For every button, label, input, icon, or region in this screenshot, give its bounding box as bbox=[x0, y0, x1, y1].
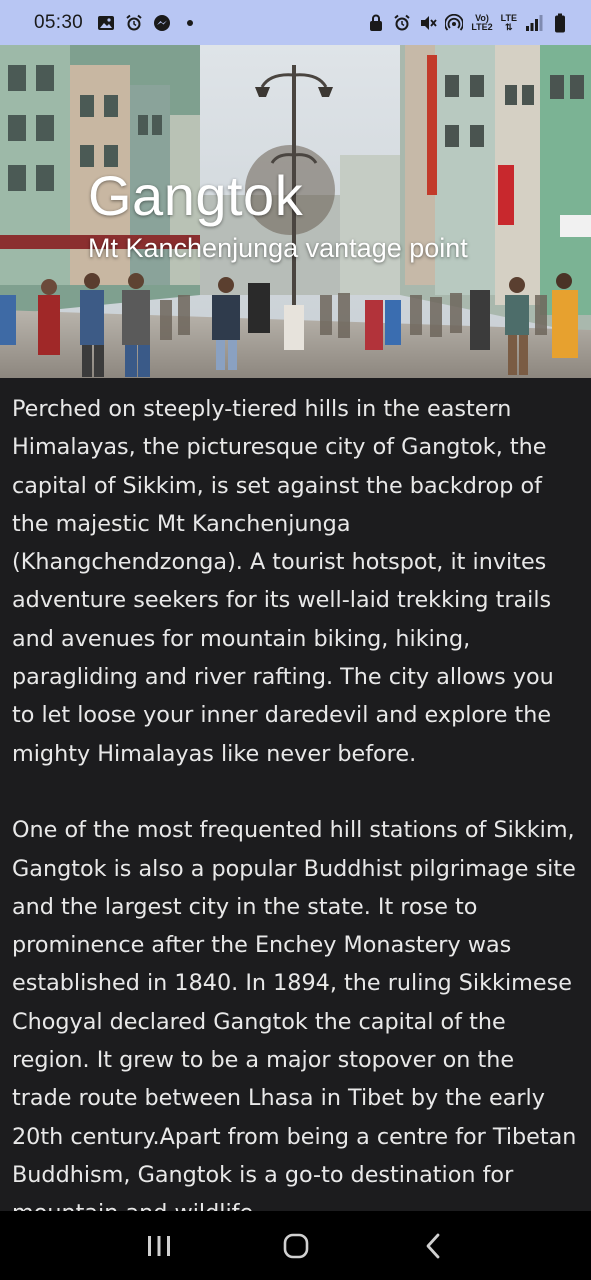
mute-icon bbox=[419, 14, 438, 32]
hotspot-icon bbox=[445, 13, 464, 32]
article-body[interactable]: Perched on steeply-tiered hills in the e… bbox=[0, 378, 591, 1211]
image-icon bbox=[97, 14, 115, 32]
volte-bottom: LTE2 bbox=[471, 21, 493, 32]
article-paragraph: One of the most frequented hill stations… bbox=[12, 817, 577, 1211]
hero-subtitle: Mt Kanchenjunga vantage point bbox=[88, 233, 468, 263]
alarm-icon bbox=[125, 14, 143, 32]
home-button[interactable] bbox=[266, 1221, 326, 1271]
recents-button[interactable] bbox=[129, 1221, 189, 1271]
battery-icon bbox=[551, 13, 569, 32]
lock-icon bbox=[367, 14, 385, 32]
system-nav-bar bbox=[0, 1211, 591, 1280]
back-button[interactable] bbox=[403, 1221, 463, 1271]
status-right: Vo) LTE2 LTE ⇅ bbox=[367, 13, 569, 32]
alarm-icon bbox=[393, 14, 411, 32]
article-paragraph: Perched on steeply-tiered hills in the e… bbox=[12, 396, 554, 767]
hero-title: Gangtok bbox=[88, 164, 304, 227]
status-left: 05:30 bbox=[34, 12, 199, 34]
signal-icon bbox=[525, 14, 543, 32]
status-bar: 05:30 Vo) LTE2 LTE ⇅ bbox=[0, 0, 591, 45]
recents-icon bbox=[147, 1235, 170, 1256]
home-icon bbox=[283, 1233, 308, 1258]
data-arrows-icon: ⇅ bbox=[505, 21, 513, 32]
app-screen: 05:30 Vo) LTE2 LTE ⇅ Gangtok Mt Kanchenj… bbox=[0, 0, 591, 1280]
volte-label: Vo) LTE2 bbox=[471, 13, 493, 32]
lte-label: LTE ⇅ bbox=[501, 13, 517, 32]
hero-banner: Gangtok Mt Kanchenjunga vantage point bbox=[0, 45, 591, 378]
messenger-icon bbox=[153, 14, 171, 32]
dot-icon bbox=[181, 14, 199, 32]
back-icon bbox=[426, 1233, 439, 1258]
status-time: 05:30 bbox=[34, 11, 84, 33]
